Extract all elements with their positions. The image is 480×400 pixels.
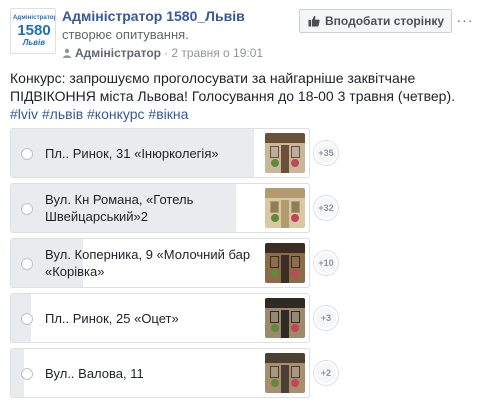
poll-option[interactable]: Вул. Коперника, 9 «Молочний бар «Корівка… — [10, 238, 310, 288]
post-author[interactable]: Адміністратор — [75, 46, 161, 60]
poll-option-radio[interactable] — [21, 368, 33, 380]
poll-option-photo[interactable] — [265, 298, 305, 338]
post-action-text: створює опитування. — [62, 27, 189, 42]
author-person-icon — [63, 48, 71, 58]
poll-option-photo[interactable] — [265, 188, 305, 228]
poll-option[interactable]: Вул. Кн Романа, «Готель Швейцарський»2 — [10, 183, 310, 233]
poll-option-label: Вул.. Валова, 11 — [45, 365, 144, 381]
poll-option-votes[interactable]: +35 — [314, 141, 338, 165]
page-name-link[interactable]: Адміністратор 1580_Львів — [62, 8, 245, 24]
poll-option-radio[interactable] — [21, 258, 33, 270]
poll-option[interactable]: Вул.. Валова, 11 — [10, 348, 310, 398]
page-avatar[interactable]: Адміністратор 1580 Львів — [10, 8, 56, 54]
post-header: Адміністратор 1580 Львів Адміністратор 1… — [10, 8, 474, 68]
poll-option-radio[interactable] — [21, 313, 33, 325]
post-timestamp[interactable]: · 2 травня о 19:01 — [164, 46, 263, 60]
poll-option-label: Пл.. Ринок, 31 «Інюрколегія» — [45, 145, 219, 161]
poll-option-radio[interactable] — [21, 203, 33, 215]
thumbs-up-icon — [308, 16, 320, 27]
avatar-text-city: Львів — [22, 38, 46, 47]
avatar-text-top: Адміністратор — [13, 15, 56, 21]
post-text-line-1: Конкурс: запрошуємо проголосувати за най… — [10, 70, 416, 86]
poll-option-label: Пл.. Ринок, 25 «Оцет» — [45, 310, 179, 326]
poll-option-label: Вул. Коперника, 9 «Молочний бар «Корівка… — [45, 247, 251, 279]
poll-option-photo[interactable] — [265, 133, 305, 173]
poll-option-votes[interactable]: +32 — [314, 196, 338, 220]
poll-option-radio[interactable] — [21, 148, 33, 160]
post-meta: Адміністратор · 2 травня о 19:01 — [62, 46, 263, 60]
poll-option-label: Вул. Кн Романа, «Готель Швейцарський»2 — [45, 192, 194, 224]
poll-option[interactable]: Пл.. Ринок, 25 «Оцет» — [10, 293, 310, 343]
like-page-button[interactable]: Вподобати сторінку — [299, 9, 452, 33]
poll-option-votes[interactable]: +2 — [314, 361, 338, 385]
poll-option-votes[interactable]: +10 — [314, 251, 338, 275]
like-page-label: Вподобати сторінку — [325, 14, 445, 28]
post-body: Конкурс: запрошуємо проголосувати за най… — [10, 69, 472, 123]
more-options-button[interactable]: ··· — [456, 12, 474, 28]
avatar-text-number: 1580 — [17, 22, 51, 39]
poll-option-photo[interactable] — [265, 243, 305, 283]
poll-option[interactable]: Пл.. Ринок, 31 «Інюрколегія» — [10, 128, 310, 178]
poll-option-photo[interactable] — [265, 353, 305, 393]
post-text-line-2: ПІДВІКОННЯ міста Львова! Голосування до … — [10, 88, 455, 104]
poll-option-votes[interactable]: +3 — [314, 306, 338, 330]
post-hashtags[interactable]: #lviv #львів #конкурс #вікна — [10, 105, 472, 123]
